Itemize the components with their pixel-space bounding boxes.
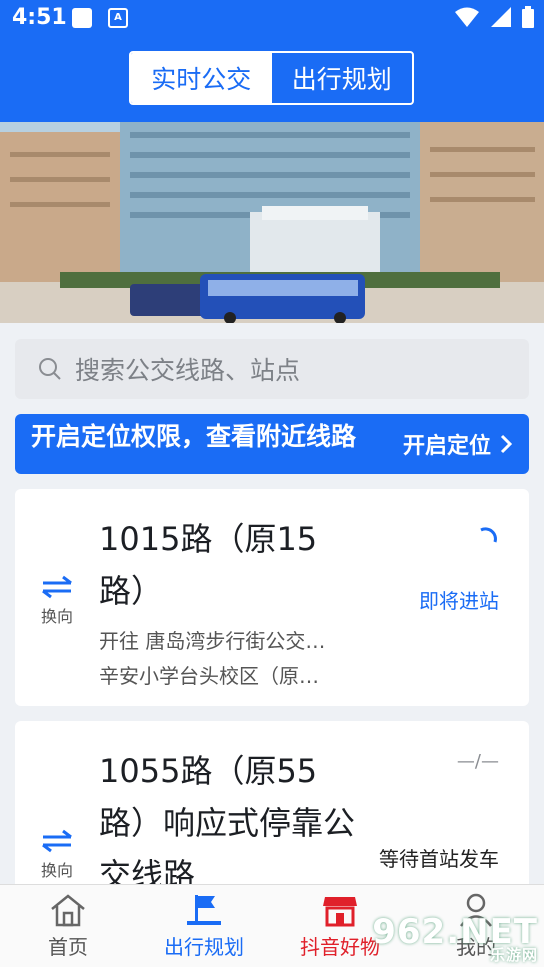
banner-image[interactable] — [0, 122, 544, 323]
search-icon — [39, 358, 61, 380]
tab-douyin-shop-label: 抖音好物 — [300, 935, 380, 959]
enable-location-label: 开启定位 — [402, 434, 491, 459]
tab-trip-planning-nav[interactable]: 出行规划 — [136, 885, 272, 967]
tab-trip-planning[interactable]: 出行规划 — [272, 53, 413, 103]
eta-placeholder: —/— — [456, 751, 499, 772]
tab-home-label: 首页 — [48, 935, 88, 959]
arrival-status: 即将进站 — [419, 589, 499, 613]
tab-trip-planning-label: 出行规划 — [164, 935, 244, 959]
swap-icon — [42, 829, 72, 853]
notification-icon — [72, 8, 92, 28]
flag-icon — [187, 895, 221, 925]
swap-direction-button[interactable]: 换向 — [37, 829, 77, 881]
status-bar: 4:51 A — [0, 0, 544, 36]
route-card[interactable]: 换向 1055路（原55路）响应式停靠公交线路 —/— 等待首站发车 — [15, 721, 529, 891]
watermark-logo: 962.NET 乐游网 — [372, 912, 538, 965]
location-prompt-text: 开启定位权限，查看附近线路 — [31, 422, 357, 451]
swap-label: 换向 — [40, 861, 73, 880]
enable-location-button[interactable]: 开启定位 — [403, 428, 513, 460]
app-notification-icon: A — [108, 8, 128, 28]
mode-switch: 实时公交 出行规划 — [129, 51, 414, 105]
search-input[interactable]: 搜索公交线路、站点 — [75, 351, 300, 387]
chevron-right-icon — [500, 434, 513, 454]
home-icon — [51, 894, 85, 927]
swap-icon — [42, 575, 72, 599]
route-card[interactable]: 换向 1015路（原15路） 开往 唐岛湾步行街公交… 辛安小学台头校区（原… … — [15, 489, 529, 706]
tab-home[interactable]: 首页 — [0, 885, 136, 967]
loading-spinner-icon — [480, 527, 497, 543]
wifi-icon — [455, 7, 479, 27]
swap-label: 换向 — [40, 607, 73, 626]
search-bar[interactable]: 搜索公交线路、站点 — [15, 339, 529, 399]
shop-icon — [323, 897, 357, 927]
tab-realtime-bus[interactable]: 实时公交 — [131, 53, 272, 103]
swap-direction-button[interactable]: 换向 — [37, 575, 77, 627]
signal-icon — [491, 7, 511, 27]
status-time: 4:51 — [12, 5, 67, 30]
location-permission-banner[interactable]: 开启定位权限，查看附近线路 开启定位 — [15, 414, 529, 474]
route-name: 1015路（原15路） — [99, 520, 318, 610]
battery-icon — [522, 6, 534, 28]
banner-illustration — [0, 122, 544, 323]
route-stop: 辛安小学台头校区（原… — [99, 664, 319, 688]
top-header: 实时公交 出行规划 — [0, 36, 544, 122]
route-name: 1055路（原55路）响应式停靠公交线路 — [99, 752, 356, 891]
route-towards: 开往 唐岛湾步行街公交… — [99, 629, 326, 653]
arrival-status: 等待首站发车 — [379, 847, 499, 871]
